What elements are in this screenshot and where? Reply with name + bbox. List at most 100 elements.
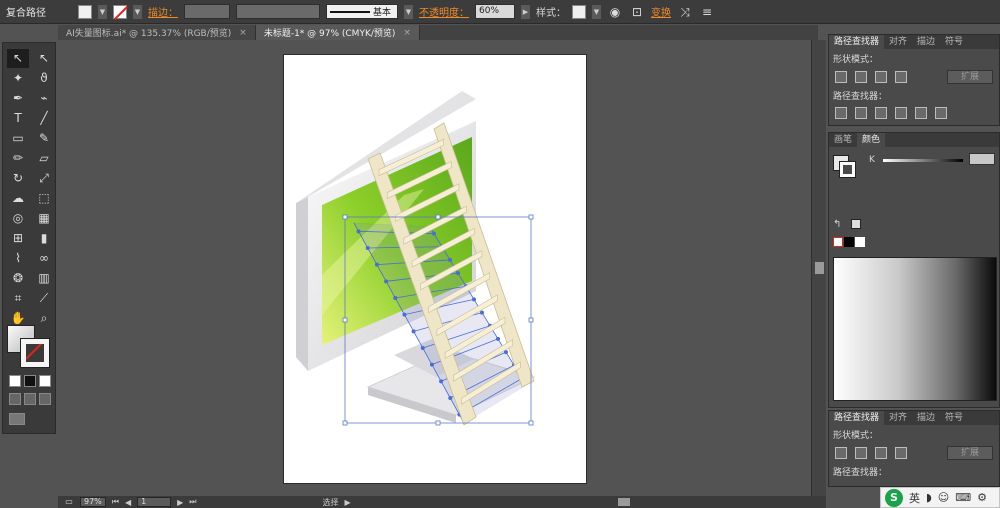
tab-symbols[interactable]: 符号	[940, 35, 968, 49]
scale-tool[interactable]: ⤢	[33, 169, 55, 188]
paintbrush-tool[interactable]: ✎	[33, 129, 55, 148]
anchor-point[interactable]	[374, 262, 379, 267]
tab-color[interactable]: 颜色	[857, 133, 886, 147]
stroke-color-swatch[interactable]	[113, 4, 127, 19]
magic-wand-tool[interactable]: ✦	[7, 69, 29, 88]
exclude-icon[interactable]	[895, 71, 907, 83]
fill-color-swatch[interactable]	[78, 4, 92, 19]
tab-close-icon[interactable]: ×	[239, 28, 247, 38]
stroke-weight-label[interactable]: 描边：	[148, 4, 178, 19]
artboard-nav-icon[interactable]: ▭	[64, 497, 74, 507]
perspective-grid-tool[interactable]: ▦	[33, 209, 55, 228]
first-artboard-icon[interactable]: ⏮	[112, 497, 119, 507]
exclude-icon[interactable]	[895, 447, 907, 459]
selection-tool[interactable]: ↖	[7, 49, 29, 68]
previous-artboard-icon[interactable]: ◀	[125, 498, 131, 507]
out-of-gamut-icon[interactable]: ↰	[833, 219, 841, 230]
variable-width-profile[interactable]	[236, 4, 320, 19]
align-icon[interactable]: ⊡	[629, 4, 645, 20]
unite-icon[interactable]	[835, 447, 847, 459]
draw-normal-icon[interactable]	[9, 393, 21, 405]
anchor-point[interactable]	[356, 229, 361, 234]
intersect-icon[interactable]	[875, 71, 887, 83]
graphic-style-swatch[interactable]	[572, 4, 586, 19]
recolor-artwork-icon[interactable]: ◉	[607, 4, 623, 20]
type-tool[interactable]: T	[7, 109, 29, 128]
pen-tool[interactable]: ✒	[7, 89, 29, 108]
draw-behind-icon[interactable]	[24, 393, 36, 405]
color-mode-icon[interactable]	[9, 375, 21, 387]
expand-button[interactable]: 扩展	[947, 70, 993, 84]
anchor-point[interactable]	[455, 271, 460, 276]
unite-icon[interactable]	[835, 71, 847, 83]
stroke-weight-field[interactable]	[184, 4, 230, 19]
k-slider[interactable]	[883, 159, 963, 162]
pencil-tool[interactable]: ✏	[7, 149, 29, 168]
tab-close-icon[interactable]: ×	[403, 28, 411, 38]
canvas[interactable]	[58, 40, 810, 496]
crop-icon[interactable]	[895, 107, 907, 119]
black-swatch[interactable]	[844, 237, 854, 247]
next-artboard-icon[interactable]: ▶	[177, 498, 183, 507]
stroke-swatch[interactable]	[20, 338, 50, 368]
tab-symbols-2[interactable]: 符号	[940, 411, 968, 425]
warp-tool[interactable]: ☁	[7, 189, 29, 208]
fill-dropdown-arrow-icon[interactable]: ▼	[98, 4, 107, 19]
shape-builder-tool[interactable]: ◎	[7, 209, 29, 228]
horizontal-scrollbar-thumb[interactable]	[618, 498, 630, 506]
slice-tool[interactable]: ⟋	[33, 289, 55, 308]
lasso-tool[interactable]: ϑ	[33, 69, 55, 88]
tab-brushes[interactable]: 画笔	[829, 133, 857, 147]
transform-link[interactable]: 变换	[651, 4, 671, 19]
none-swatch-icon[interactable]	[833, 237, 843, 247]
anchor-point[interactable]	[393, 295, 398, 300]
anchor-point[interactable]	[479, 310, 484, 315]
blend-tool[interactable]: ∞	[33, 249, 55, 268]
zoom-field[interactable]: 97%	[80, 497, 106, 507]
curvature-tool[interactable]: ⌁	[33, 89, 55, 108]
artboard-tool[interactable]: ⌗	[7, 289, 29, 308]
anchor-point[interactable]	[365, 245, 370, 250]
anchor-point[interactable]	[447, 257, 452, 262]
tab-pathfinder[interactable]: 路径查找器	[829, 35, 885, 49]
tab-align-2[interactable]: 对齐	[884, 411, 912, 425]
symbol-sprayer-tool[interactable]: ❂	[7, 269, 29, 288]
anchor-point[interactable]	[503, 350, 508, 355]
opacity-label[interactable]: 不透明度：	[419, 4, 469, 19]
trim-icon[interactable]	[855, 107, 867, 119]
tab-stroke-2[interactable]: 描边	[912, 411, 940, 425]
sogou-logo-icon[interactable]: S	[885, 488, 903, 507]
stroke-dropdown-arrow-icon[interactable]: ▼	[133, 4, 142, 19]
tab-stroke[interactable]: 描边	[912, 35, 940, 49]
anchor-point[interactable]	[402, 312, 407, 317]
brush-dropdown-arrow-icon[interactable]: ▼	[404, 4, 413, 19]
divide-icon[interactable]	[835, 107, 847, 119]
anchor-point[interactable]	[429, 362, 434, 367]
merge-icon[interactable]	[875, 107, 887, 119]
panel-menu-icon[interactable]: ≡	[699, 4, 715, 20]
vertical-scrollbar[interactable]	[811, 40, 826, 496]
ime-language-label[interactable]: 英	[909, 490, 920, 506]
none-mode-icon[interactable]	[39, 375, 51, 387]
minus-back-icon[interactable]	[935, 107, 947, 119]
last-artboard-icon[interactable]: ⏭	[189, 497, 196, 507]
style-dropdown-arrow-icon[interactable]: ▼	[592, 4, 601, 19]
intersect-icon[interactable]	[875, 447, 887, 459]
emoji-icon[interactable]: ☺	[938, 491, 949, 504]
anchor-point[interactable]	[495, 336, 500, 341]
anchor-point[interactable]	[431, 231, 436, 236]
anchor-point[interactable]	[448, 395, 453, 400]
document-tab-2[interactable]: 未标题-1* @ 97% (CMYK/预览) ×	[255, 25, 420, 40]
direct-selection-tool[interactable]: ↖	[33, 49, 55, 68]
rotate-tool[interactable]: ↻	[7, 169, 29, 188]
keyboard-icon[interactable]: ⌨	[955, 491, 971, 504]
white-swatch[interactable]	[855, 237, 865, 247]
minus-front-icon[interactable]	[855, 447, 867, 459]
opacity-dropdown-arrow-icon[interactable]: ▶	[521, 4, 530, 19]
gradient-tool[interactable]: ▮	[33, 229, 55, 248]
panel-stroke-swatch[interactable]	[839, 161, 856, 178]
ime-settings-icon[interactable]: ⚙	[977, 491, 987, 504]
punctuation-icon[interactable]: ◗	[926, 491, 932, 504]
anchor-point[interactable]	[411, 329, 416, 334]
tab-pathfinder-2[interactable]: 路径查找器	[829, 411, 885, 425]
